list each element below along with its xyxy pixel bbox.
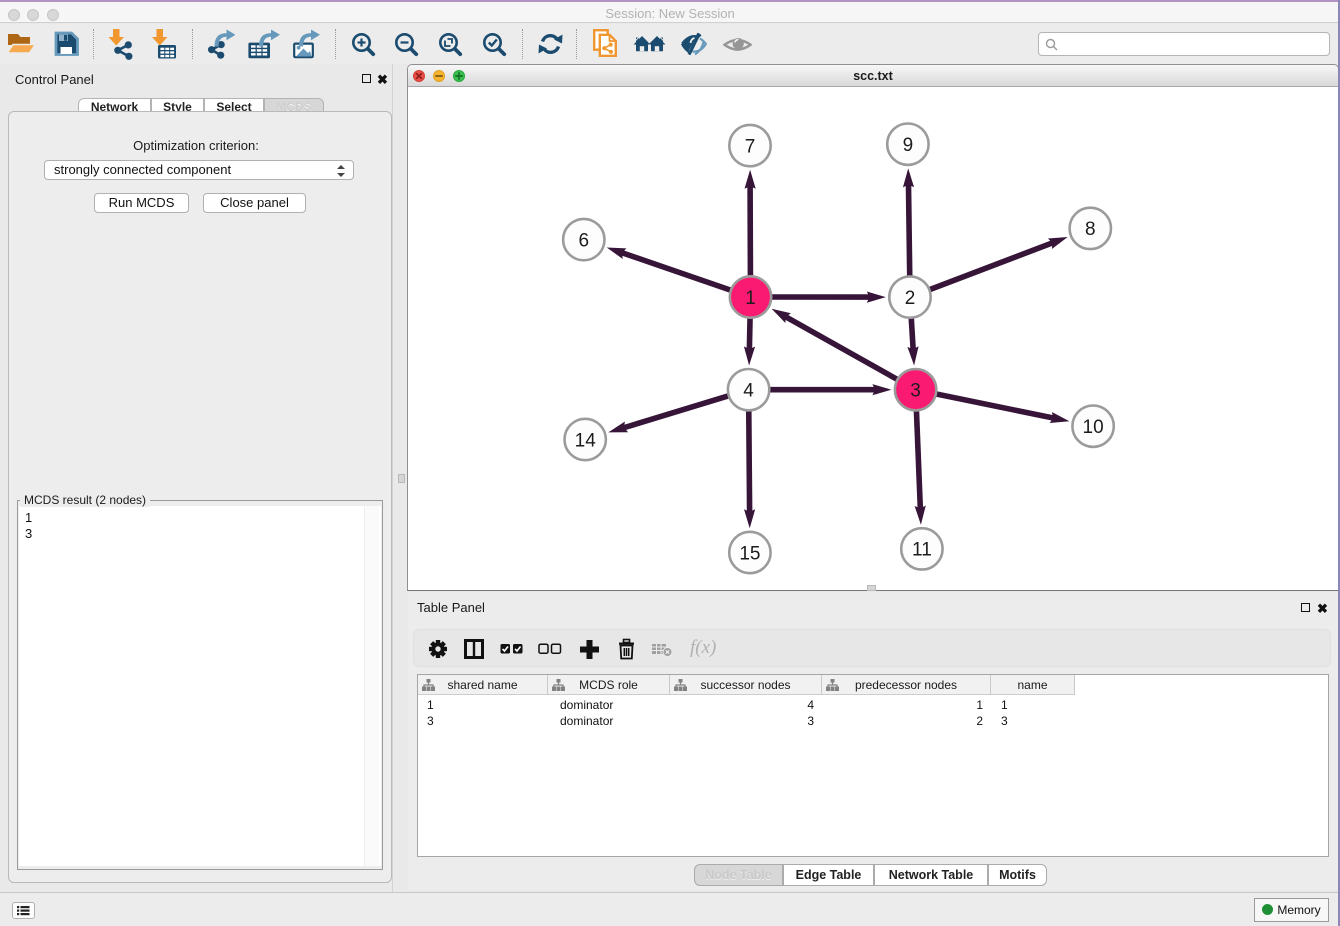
svg-text:9: 9 [903,135,914,156]
svg-text:14: 14 [575,430,597,451]
svg-text:8: 8 [1085,219,1096,240]
svg-text:2: 2 [905,288,916,309]
svg-text:7: 7 [745,136,756,157]
svg-text:4: 4 [743,381,754,402]
svg-text:15: 15 [739,543,760,564]
svg-text:10: 10 [1083,417,1104,438]
svg-text:1: 1 [745,288,756,309]
svg-text:11: 11 [912,540,932,561]
svg-text:6: 6 [579,230,590,251]
svg-text:3: 3 [910,381,921,402]
